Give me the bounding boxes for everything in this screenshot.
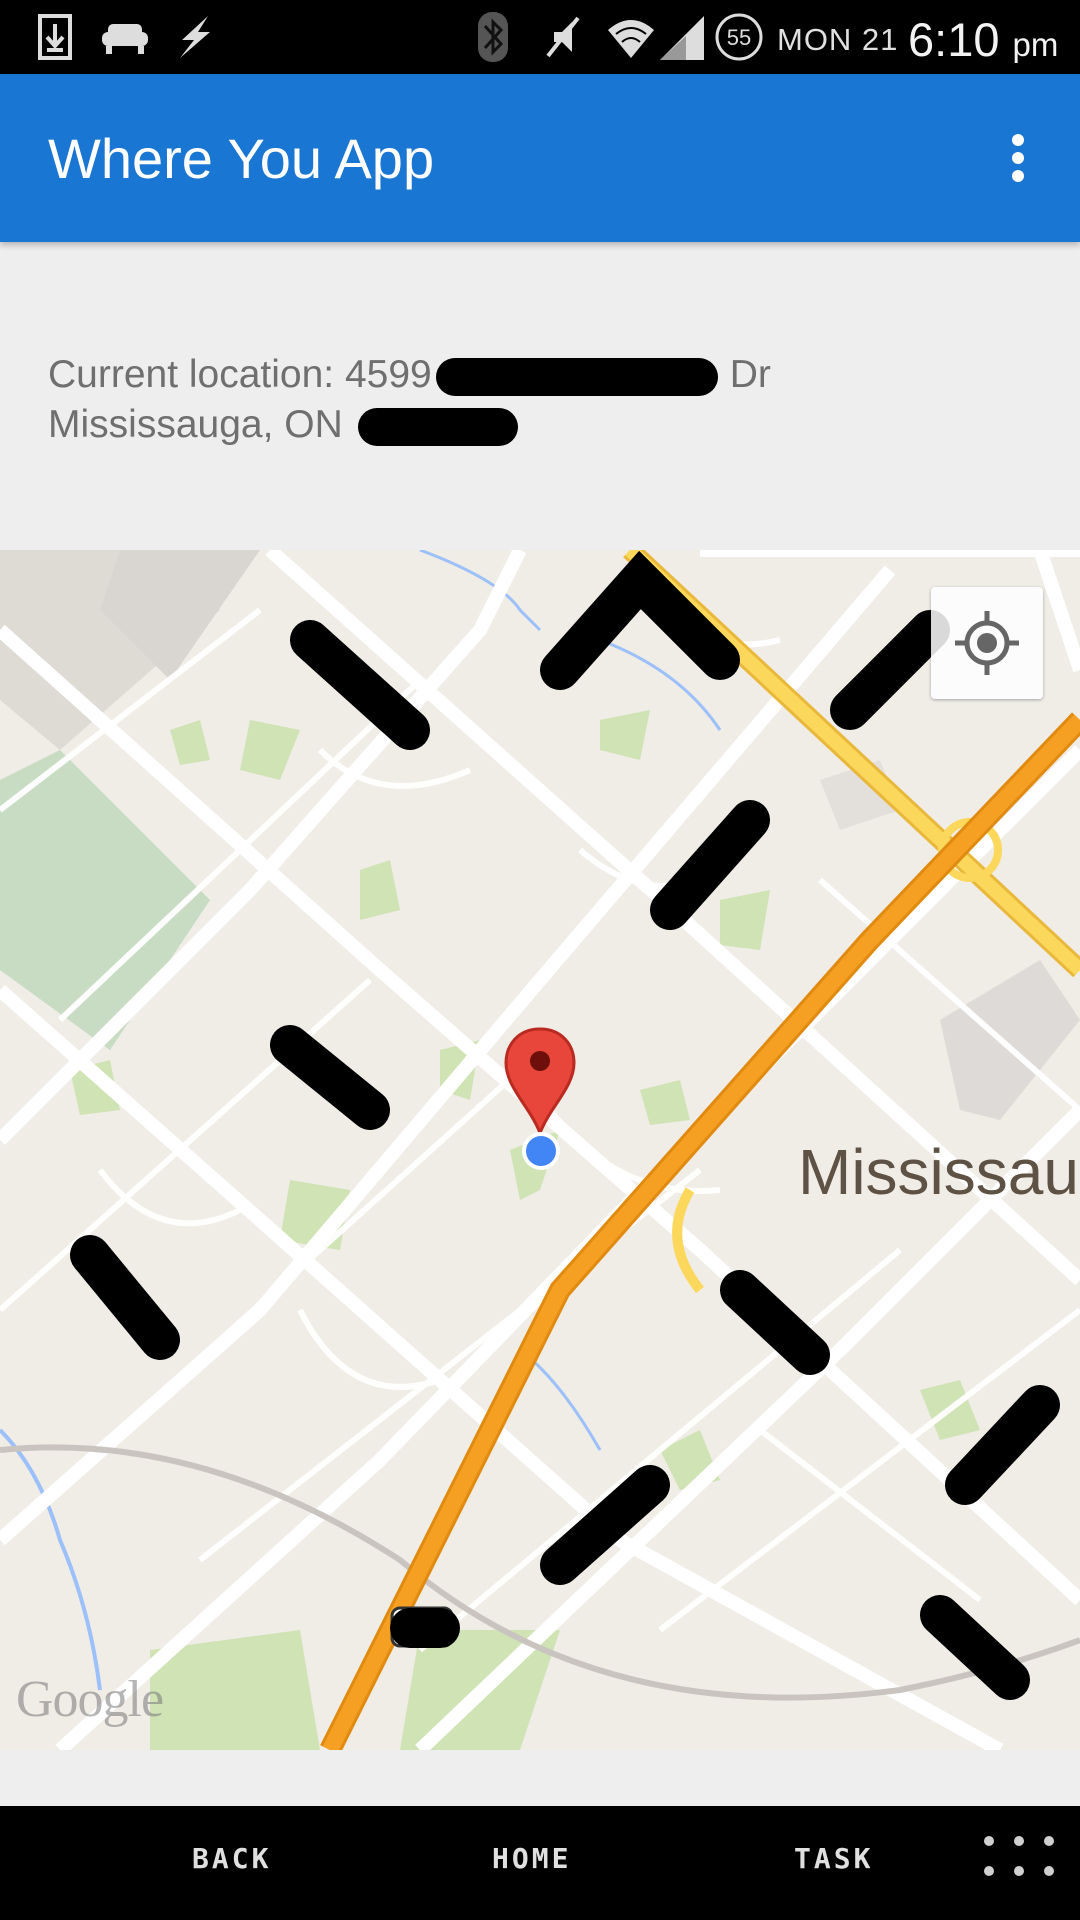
battery-icon: 55	[712, 10, 766, 64]
navigation-bar: BACK HOME TASK	[0, 1806, 1080, 1920]
google-logo: Google	[16, 1671, 164, 1728]
status-date: MON 21	[777, 22, 899, 57]
screen: 55 MON 21 6:10 pm Where You App Current …	[0, 0, 1080, 1920]
my-location-icon	[955, 611, 1019, 675]
home-button[interactable]: HOME	[492, 1842, 571, 1875]
status-bar: 55 MON 21 6:10 pm	[0, 0, 1080, 74]
map-pin-icon[interactable]	[500, 1025, 580, 1135]
app-title: Where You App	[48, 127, 435, 190]
my-location-button[interactable]	[931, 587, 1043, 699]
map-city-label: Mississau	[798, 1136, 1079, 1208]
back-button[interactable]: BACK	[192, 1842, 271, 1875]
app-bar: Where You App	[0, 74, 1080, 242]
overflow-menu-icon[interactable]	[986, 126, 1050, 190]
map-view[interactable]: Mississau Google	[0, 550, 1080, 1750]
location-line-2: Mississauga, ON	[48, 400, 1048, 450]
mute-icon	[536, 10, 590, 64]
current-location-text: Current location: 4599 Dr Mississauga, ON	[48, 350, 1048, 450]
download-icon	[28, 10, 82, 64]
current-position-dot	[522, 1132, 560, 1170]
bluetooth-icon	[466, 10, 520, 64]
status-time: 6:10 pm	[908, 13, 1059, 66]
sofa-icon	[98, 10, 152, 64]
flash-icon	[168, 10, 222, 64]
wifi-icon	[604, 10, 658, 64]
redaction-mark	[357, 407, 518, 446]
task-button[interactable]: TASK	[794, 1842, 873, 1875]
svg-text:55: 55	[727, 25, 751, 50]
apps-grid-icon[interactable]	[984, 1836, 1056, 1882]
location-line-1: Current location: 4599 Dr	[48, 353, 771, 396]
redaction-mark	[435, 357, 718, 396]
signal-icon	[656, 10, 710, 64]
